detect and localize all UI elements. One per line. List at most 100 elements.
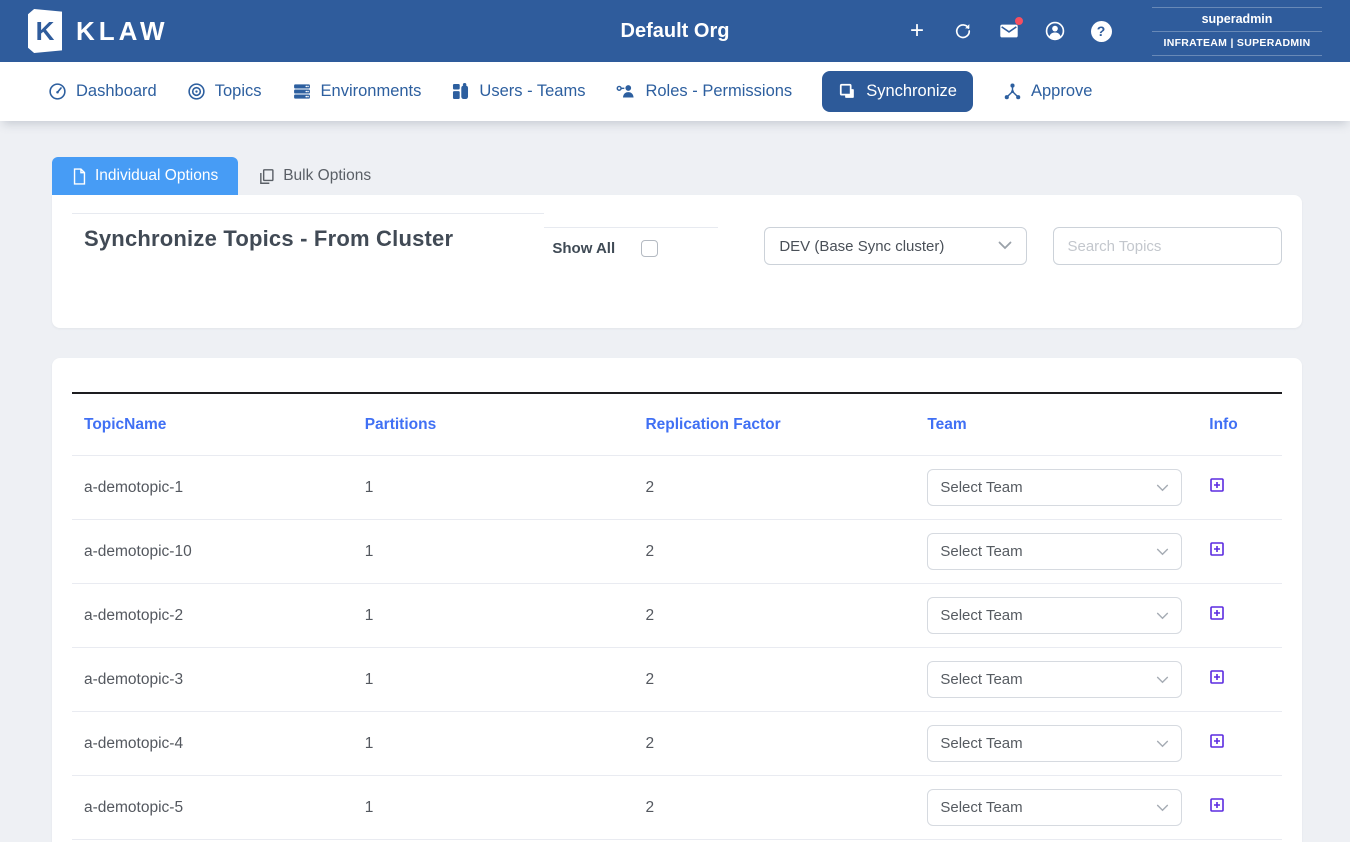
add-info-icon[interactable] [1209, 733, 1225, 749]
page-content: Individual Options Bulk Options Synchron… [0, 121, 1350, 842]
users-teams-tiles-icon [451, 82, 470, 101]
team-select[interactable]: Select Team [927, 597, 1182, 634]
cluster-select[interactable]: DEV (Base Sync cluster) [764, 227, 1027, 265]
help-icon[interactable]: ? [1090, 20, 1112, 42]
sync-options-panel: Synchronize Topics - From Cluster Show A… [52, 195, 1302, 328]
table-row: a-demotopic-1 1 2 Select Team [72, 456, 1282, 520]
partitions-value: 1 [353, 543, 634, 561]
add-info-icon[interactable] [1209, 477, 1225, 493]
nav-item-users-teams[interactable]: Users - Teams [451, 82, 585, 101]
team-select[interactable]: Select Team [927, 725, 1182, 762]
table-row: a-demotopic-3 1 2 Select Team [72, 648, 1282, 712]
chevron-down-icon [1156, 479, 1169, 497]
page-title: Synchronize Topics - From Cluster [84, 226, 544, 252]
options-tabs: Individual Options Bulk Options [52, 157, 1302, 195]
column-header-partitions: Partitions [353, 416, 634, 434]
topics-table-card: TopicName Partitions Replication Factor … [52, 358, 1302, 842]
partitions-value: 1 [353, 671, 634, 689]
team-select-value: Select Team [940, 671, 1156, 688]
team-select[interactable]: Select Team [927, 469, 1182, 506]
team-select[interactable]: Select Team [927, 661, 1182, 698]
replication-factor-value: 2 [633, 607, 915, 625]
column-header-team: Team [915, 416, 1197, 434]
topic-name: a-demotopic-3 [72, 671, 353, 689]
klaw-logo-icon: K [28, 9, 62, 53]
nav-label: Environments [321, 82, 422, 101]
partitions-value: 1 [353, 799, 634, 817]
documents-copy-icon [258, 168, 275, 185]
nav-label: Synchronize [866, 82, 957, 101]
show-all-checkbox[interactable] [641, 240, 658, 257]
add-info-icon[interactable] [1209, 797, 1225, 813]
show-all-group: Show All [544, 227, 718, 257]
team-select[interactable]: Select Team [927, 533, 1182, 570]
add-info-icon[interactable] [1209, 605, 1225, 621]
nav-item-approve[interactable]: Approve [1003, 82, 1092, 101]
tab-bulk-options[interactable]: Bulk Options [238, 157, 391, 195]
replication-factor-value: 2 [633, 799, 915, 817]
mail-icon[interactable] [998, 20, 1020, 42]
tab-label: Individual Options [95, 167, 218, 185]
table-row: a-demotopic-5 1 2 Select Team [72, 776, 1282, 840]
chevron-down-icon [1156, 607, 1169, 625]
partitions-value: 1 [353, 735, 634, 753]
add-info-icon[interactable] [1209, 669, 1225, 685]
table-row: a-demotopic-2 1 2 Select Team [72, 584, 1282, 648]
topbar-actions: + ? superadmin INFRATEAM | SUPERADMIN [906, 7, 1322, 56]
team-select-value: Select Team [940, 799, 1156, 816]
nav-label: Roles - Permissions [645, 82, 792, 101]
user-icon[interactable] [1044, 20, 1066, 42]
environments-server-icon [292, 82, 312, 101]
user-info-block[interactable]: superadmin INFRATEAM | SUPERADMIN [1152, 7, 1322, 56]
username: superadmin [1152, 8, 1322, 32]
topic-name: a-demotopic-5 [72, 799, 353, 817]
user-team-role: INFRATEAM | SUPERADMIN [1152, 32, 1322, 55]
nav-item-environments[interactable]: Environments [292, 82, 422, 101]
team-select-value: Select Team [940, 543, 1156, 560]
replication-factor-value: 2 [633, 543, 915, 561]
partitions-value: 1 [353, 607, 634, 625]
show-all-label: Show All [552, 240, 615, 257]
replication-factor-value: 2 [633, 671, 915, 689]
chevron-down-icon [1156, 543, 1169, 561]
chevron-down-icon [998, 237, 1012, 255]
replication-factor-value: 2 [633, 735, 915, 753]
search-topics-input[interactable] [1053, 227, 1282, 265]
nav-item-dashboard[interactable]: Dashboard [48, 82, 157, 101]
add-icon[interactable]: + [906, 20, 928, 42]
nav-item-roles-permissions[interactable]: Roles - Permissions [615, 82, 792, 101]
column-header-info: Info [1197, 416, 1282, 434]
dashboard-gauge-icon [48, 82, 67, 101]
team-select-value: Select Team [940, 479, 1156, 496]
panel-title-column: Synchronize Topics - From Cluster [72, 213, 544, 252]
refresh-icon[interactable] [952, 20, 974, 42]
replication-factor-value: 2 [633, 479, 915, 497]
nav-item-topics[interactable]: Topics [187, 82, 262, 101]
team-select-value: Select Team [940, 607, 1156, 624]
chevron-down-icon [1156, 799, 1169, 817]
approve-hub-icon [1003, 82, 1022, 101]
chevron-down-icon [1156, 671, 1169, 689]
topics-target-icon [187, 82, 206, 101]
document-icon [72, 168, 87, 185]
brand-name: KLAW [76, 16, 169, 47]
main-nav: Dashboard Topics Environments Users - Te… [0, 62, 1350, 121]
topic-name: a-demotopic-1 [72, 479, 353, 497]
table-row: a-demotopic-10 1 2 Select Team [72, 520, 1282, 584]
table-header-row: TopicName Partitions Replication Factor … [72, 394, 1282, 456]
team-select[interactable]: Select Team [927, 789, 1182, 826]
chevron-down-icon [1156, 735, 1169, 753]
table-row: a-demotopic-4 1 2 Select Team [72, 712, 1282, 776]
synchronize-copy-icon [838, 82, 857, 101]
nav-label: Dashboard [76, 82, 157, 101]
roles-key-person-icon [615, 82, 636, 101]
topic-name: a-demotopic-4 [72, 735, 353, 753]
topic-name: a-demotopic-2 [72, 607, 353, 625]
nav-item-synchronize[interactable]: Synchronize [822, 71, 973, 112]
add-info-icon[interactable] [1209, 541, 1225, 557]
cluster-select-value: DEV (Base Sync cluster) [779, 238, 998, 255]
nav-label: Approve [1031, 82, 1092, 101]
tab-individual-options[interactable]: Individual Options [52, 157, 238, 195]
brand[interactable]: K KLAW [28, 9, 169, 53]
nav-label: Users - Teams [479, 82, 585, 101]
